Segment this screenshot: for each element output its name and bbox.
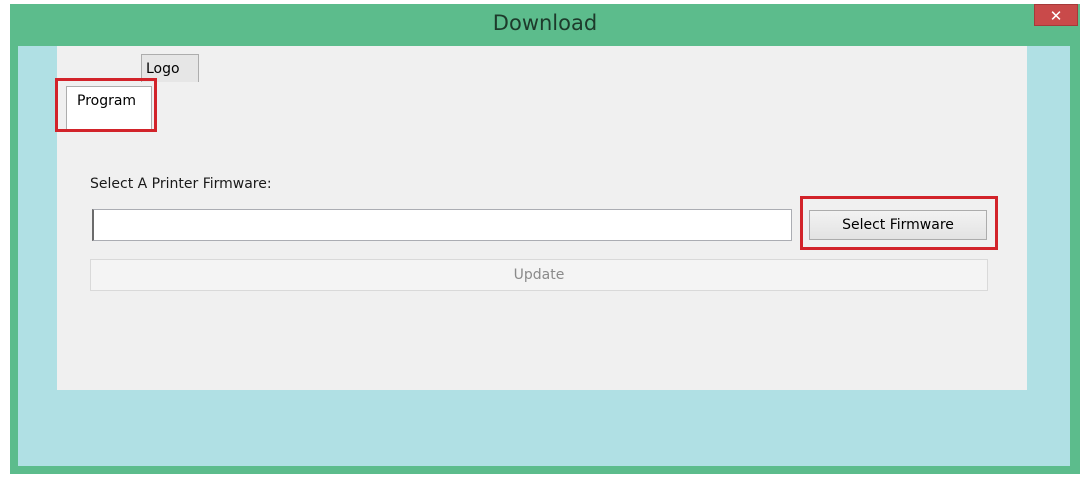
tab-program-label: Program bbox=[77, 93, 137, 109]
title-bar[interactable]: Download ✕ bbox=[10, 4, 1080, 46]
firmware-label: Select A Printer Firmware: bbox=[90, 176, 272, 192]
select-firmware-button[interactable]: Select Firmware bbox=[809, 210, 987, 240]
close-button[interactable]: ✕ bbox=[1034, 4, 1078, 26]
window-title: Download bbox=[492, 11, 598, 35]
update-button[interactable]: Update bbox=[90, 259, 988, 291]
tab-logo-label: Logo bbox=[146, 61, 180, 77]
tab-program[interactable]: Program bbox=[66, 86, 152, 130]
tab-logo[interactable]: Logo bbox=[141, 54, 199, 82]
firmware-path-input[interactable] bbox=[92, 209, 792, 241]
close-icon: ✕ bbox=[1049, 7, 1063, 25]
